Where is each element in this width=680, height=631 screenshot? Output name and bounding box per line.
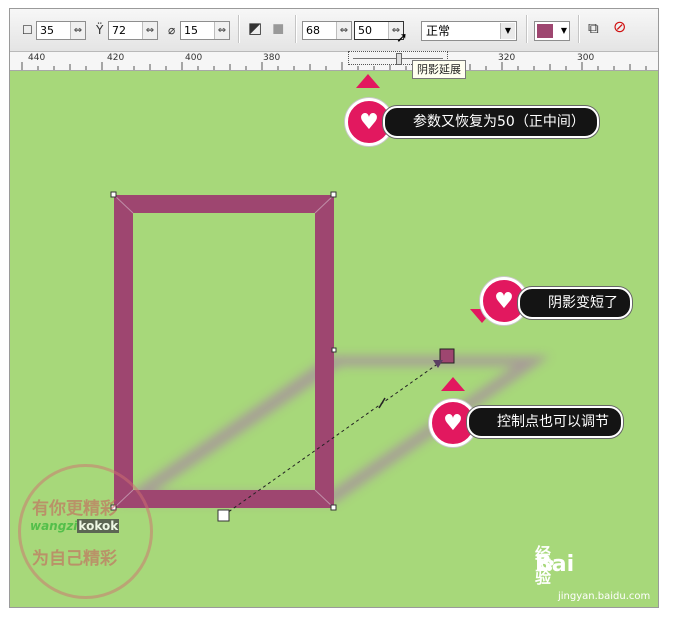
callout-label: 控制点也可以调节: [467, 406, 623, 438]
spin-arrow-icon[interactable]: ⇔: [336, 22, 351, 39]
spin-arrow-icon[interactable]: ⇔: [142, 22, 157, 39]
baidu-url: jingyan.baidu.com: [558, 591, 651, 602]
fade-icon[interactable]: ◼: [272, 21, 284, 36]
separator: [578, 15, 580, 43]
spin-arrow-icon[interactable]: ⇔: [214, 22, 229, 39]
callout-pointer: [356, 74, 380, 88]
callout-label: 阴影变短了: [518, 287, 632, 319]
separator: [238, 15, 240, 43]
shadow-color-swatch: [537, 24, 553, 38]
shadow-feather-field[interactable]: 72 ⇔: [108, 21, 158, 40]
screenshot-frame: ☐ 35 ⇔ Ϋ 72 ⇔ ⌀ 15 ⇔ ◩ ◼ 68 ⇔ 50 ⇔ ➚ 正常 …: [9, 8, 659, 608]
ruler-tick-label: 440: [28, 53, 46, 63]
slider-thumb[interactable]: [396, 53, 402, 65]
shadow-feather-value: 72: [112, 24, 126, 37]
ruler-tick-label: 300: [577, 53, 595, 63]
feather-edges-icon[interactable]: ◩: [248, 21, 262, 36]
shadow-opacity-icon: ☐: [22, 23, 33, 37]
watermark-line3: 为自己精彩: [32, 549, 117, 569]
shadow-fade-value: 68: [306, 24, 320, 37]
chevron-down-icon[interactable]: ▼: [561, 24, 567, 38]
ruler-tick-label: 420: [107, 53, 125, 63]
shadow-fade-field[interactable]: 68 ⇔: [302, 21, 352, 40]
stretch-slider-handle[interactable]: [378, 397, 386, 409]
watermark-line2: wangzikokok: [30, 519, 120, 533]
property-bar: ☐ 35 ⇔ Ϋ 72 ⇔ ⌀ 15 ⇔ ◩ ◼ 68 ⇔ 50 ⇔ ➚ 正常 …: [10, 9, 658, 52]
shadow-stretch-value: 50: [358, 24, 372, 37]
baidu-logo-text2: 经验: [535, 544, 552, 587]
separator: [295, 15, 297, 43]
watermark-line2-part1: wangzi: [30, 519, 78, 533]
watermark-line2-part2: kokok: [77, 519, 120, 533]
watermark-line1: 有你更精彩: [32, 499, 117, 519]
ruler-tick-label: 320: [498, 53, 516, 63]
copy-properties-icon[interactable]: ⧉: [588, 21, 599, 36]
merge-mode-value: 正常: [426, 24, 451, 38]
callout-label: 参数又恢复为50（正中间）: [383, 106, 599, 138]
feather-direction-value: 15: [184, 24, 198, 37]
ruler-tick-label: 380: [263, 53, 281, 63]
shadow-start-handle[interactable]: [217, 509, 230, 522]
horizontal-ruler: 440 420 400 380 320 300: [10, 52, 658, 71]
shadow-opacity-value: 35: [40, 24, 54, 37]
separator: [526, 15, 528, 43]
ruler-tick-label: 400: [185, 53, 203, 63]
merge-mode-select[interactable]: 正常 ▼: [421, 21, 517, 41]
clear-shadow-icon[interactable]: ⊘: [613, 19, 626, 35]
shadow-feather-icon: Ϋ: [96, 23, 104, 37]
mouse-cursor-icon: ➚: [396, 30, 408, 46]
selection-handles[interactable]: [110, 191, 337, 511]
spin-arrow-icon[interactable]: ⇔: [70, 22, 85, 39]
rectangle-bevel-lines: [113, 194, 335, 509]
feather-direction-field[interactable]: 15 ⇔: [180, 21, 230, 40]
callout-pointer: [441, 377, 465, 391]
selected-rectangle-frame[interactable]: [114, 195, 334, 508]
shadow-opacity-field[interactable]: 35 ⇔: [36, 21, 86, 40]
shadow-color-picker[interactable]: ▼: [534, 21, 570, 41]
chevron-down-icon[interactable]: ▼: [500, 23, 515, 39]
feather-direction-icon: ⌀: [168, 23, 176, 37]
